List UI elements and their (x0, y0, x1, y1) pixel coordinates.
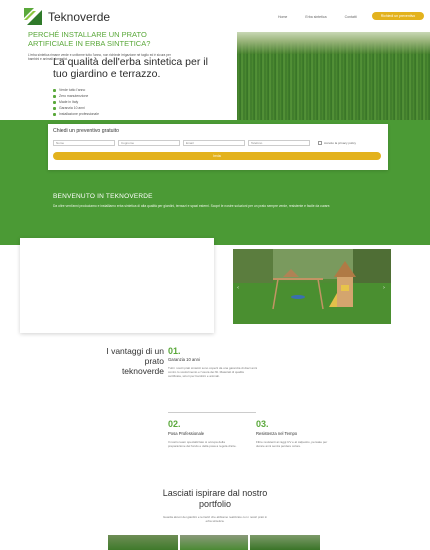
playground-image: ‹ › (233, 249, 391, 324)
advantage-number: 03. (256, 419, 269, 429)
site-header: Teknoverde Home Erba sintetica Contatti … (0, 0, 430, 32)
nav-item-contatti[interactable]: Contatti (345, 15, 357, 19)
logo-icon (24, 8, 42, 25)
advantage-text: Il nostro team specializzato si occupa d… (168, 440, 237, 448)
welcome-text: Da oltre vent'anni produciamo e installi… (53, 204, 331, 208)
hero-feature-list: Verde tutto l'anno Zero manutenzione Mad… (53, 87, 99, 117)
advantages-title: I vantaggi di un prato teknoverde (106, 346, 164, 376)
advantage-title: Posa Professionale (168, 431, 205, 436)
playground-illustration: ‹ › (233, 249, 391, 324)
portfolio-thumbnail[interactable] (108, 535, 178, 550)
portfolio-text: Guarda alcuni dei giardini e terrazzi ch… (162, 515, 268, 523)
bullet-icon (53, 100, 56, 104)
bullet-icon (53, 112, 56, 116)
last-name-field[interactable]: Cognome (118, 140, 180, 146)
privacy-checkbox[interactable] (318, 141, 322, 145)
why-title: PERCHÉ INSTALLARE UN PRATO ARTIFICIALE I… (28, 30, 151, 48)
phone-field[interactable]: Telefono (248, 140, 310, 146)
first-name-field[interactable]: Nome (53, 140, 115, 146)
advantage-number: 02. (168, 419, 181, 429)
nav-item-home[interactable]: Home (278, 15, 287, 19)
portfolio-thumbnail[interactable] (180, 535, 248, 550)
advantage-text: Tutti i nostri prati sintetici sono cope… (168, 366, 258, 378)
brand-name: Teknoverde (48, 9, 111, 24)
advantage-title: Resistenza nel Tempo (256, 431, 298, 436)
privacy-label: Accetto la privacy policy (324, 141, 357, 145)
brand-logo[interactable]: Teknoverde (24, 8, 110, 25)
why-text: L'erba sintetica rimane verde e uniforme… (28, 53, 171, 61)
bullet-icon (53, 88, 56, 92)
form-title: Chiedi un preventivo gratuito (53, 128, 120, 134)
divider (168, 412, 256, 413)
nav-item-erba-sintetica[interactable]: Erba sintetica (305, 15, 326, 19)
quote-form: Chiedi un preventivo gratuito Nome Cogno… (48, 124, 388, 170)
email-field[interactable]: Email (183, 140, 245, 146)
hero-grass-image (237, 32, 430, 120)
header-quote-button[interactable]: Richiedi un preventivo (372, 12, 424, 20)
advantage-title: Garanzia 10 anni (168, 357, 200, 362)
portfolio-title: Lasciati ispirare dal nostro portfolio (162, 488, 268, 509)
bullet-icon (53, 94, 56, 98)
advantage-number: 01. (168, 346, 181, 356)
main-nav: Home Erba sintetica Contatti (278, 15, 357, 19)
svg-text:‹: ‹ (237, 285, 239, 291)
submit-button[interactable]: Invia (53, 152, 381, 160)
svg-text:›: › (383, 285, 385, 291)
list-item: Installazione professionale (53, 111, 99, 117)
bullet-icon (53, 106, 56, 110)
why-card (20, 238, 214, 333)
welcome-title: BENVENUTO IN TEKNOVERDE (53, 193, 153, 200)
advantage-text: Fibre resistenti ai raggi UV e al calpes… (256, 440, 328, 448)
portfolio-thumbnail[interactable] (250, 535, 320, 550)
